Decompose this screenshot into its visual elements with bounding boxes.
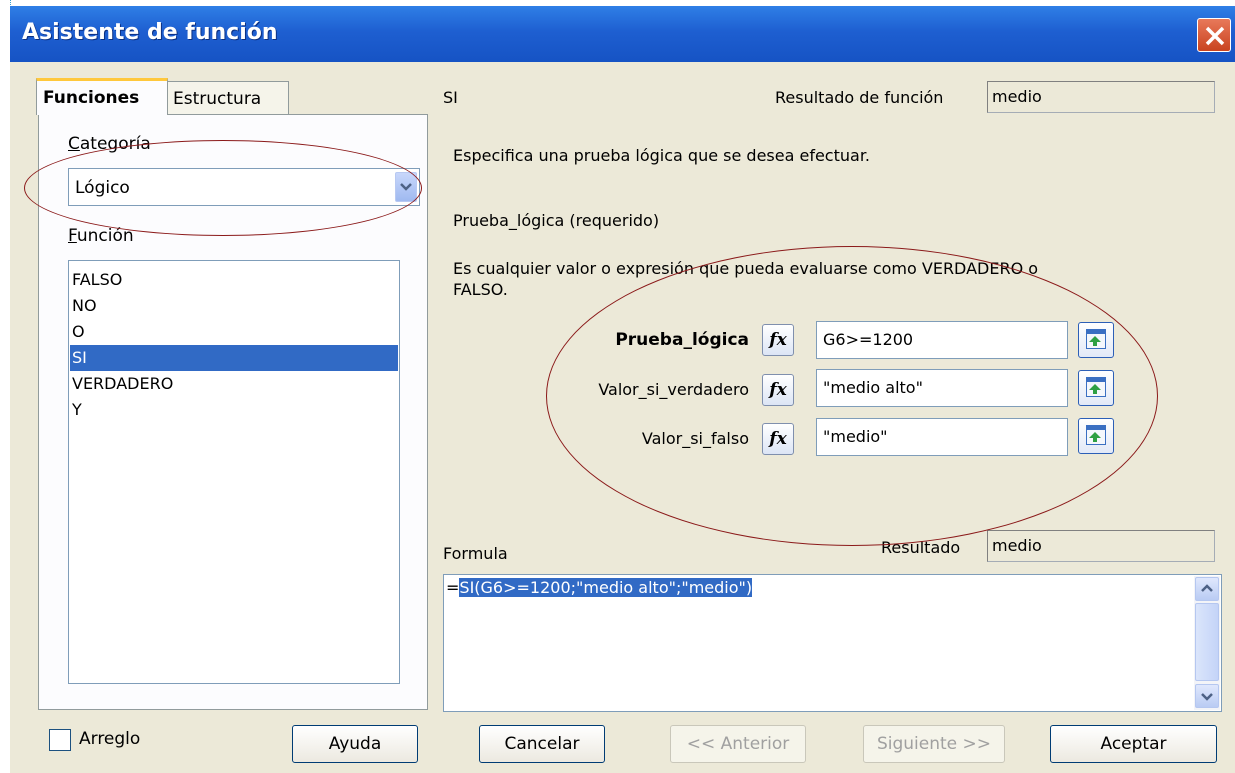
formula-text[interactable]: =SI(G6>=1200;"medio alto";"medio") (446, 578, 753, 597)
formula-result-label: Resultado (881, 538, 961, 557)
category-value: Lógico (75, 178, 130, 198)
dropdown-button[interactable] (395, 172, 417, 202)
function-wizard-dialog: Asistente de función Funciones Estructur… (10, 6, 1235, 773)
formula-prefix: = (446, 578, 460, 597)
shrink-button[interactable] (1078, 370, 1114, 406)
parameter-description: Es cualquier valor o expresión que pueda… (453, 259, 1039, 278)
tab-estructura[interactable]: Estructura (166, 81, 289, 115)
category-select[interactable]: Lógico (68, 168, 420, 206)
function-result-field: medio (987, 81, 1215, 113)
chevron-down-icon (400, 183, 412, 191)
shrink-button[interactable] (1078, 418, 1114, 454)
previous-button[interactable]: << Anterior (670, 725, 806, 763)
arg-label-valor-si-falso: Valor_si_falso (641, 429, 749, 448)
next-button[interactable]: Siguiente >> (863, 725, 1005, 763)
arrow-up-icon (1089, 432, 1101, 442)
list-item[interactable]: VERDADERO (70, 371, 398, 397)
parameter-description-cont: FALSO. (453, 280, 508, 299)
arg-input-valor-si-verdadero[interactable]: "medio alto" (816, 369, 1068, 407)
chevron-down-icon (1201, 693, 1213, 701)
arg-label-valor-si-verdadero: Valor_si_verdadero (598, 380, 749, 399)
list-item-selected[interactable]: SI (70, 345, 398, 371)
shrink-button[interactable] (1078, 322, 1114, 358)
window-title: Asistente de función (22, 20, 278, 45)
list-item[interactable]: Y (70, 397, 398, 423)
tab-funciones-label: Funciones (43, 88, 140, 108)
list-item[interactable]: O (70, 319, 398, 345)
help-button[interactable]: Ayuda (292, 725, 418, 763)
fx-icon: fx (769, 330, 787, 350)
close-button[interactable] (1197, 18, 1231, 52)
scroll-thumb[interactable] (1195, 603, 1219, 681)
fx-button[interactable]: fx (762, 324, 794, 356)
function-list[interactable]: FALSO NO O SI VERDADERO Y (68, 260, 400, 684)
scroll-down-button[interactable] (1195, 684, 1219, 708)
fx-button[interactable]: fx (762, 374, 794, 406)
array-checkbox-label: Arreglo (79, 729, 141, 749)
list-item[interactable]: FALSO (70, 267, 398, 293)
function-label: Función (68, 226, 134, 246)
fx-icon: fx (769, 380, 787, 400)
close-icon (1205, 26, 1225, 46)
title-bar[interactable]: Asistente de función (10, 6, 1235, 62)
ok-button[interactable]: Aceptar (1050, 725, 1217, 763)
vertical-scrollbar[interactable] (1194, 576, 1220, 710)
formula-result-field: medio (987, 530, 1215, 562)
function-name: SI (443, 88, 458, 107)
list-item[interactable]: NO (70, 293, 398, 319)
formula-editor[interactable]: =SI(G6>=1200;"medio alto";"medio") (443, 574, 1222, 712)
array-checkbox[interactable] (49, 729, 71, 751)
scroll-up-button[interactable] (1195, 577, 1219, 601)
fx-button[interactable]: fx (762, 423, 794, 455)
fx-icon: fx (769, 429, 787, 449)
tab-estructura-label: Estructura (173, 89, 262, 109)
formula-label: Formula (443, 544, 508, 563)
chevron-up-icon (1201, 584, 1213, 592)
cancel-button[interactable]: Cancelar (479, 725, 605, 763)
category-label: Categoría (68, 134, 151, 154)
arg-label-prueba-logica: Prueba_lógica (615, 330, 749, 350)
arrow-up-icon (1089, 384, 1101, 394)
arrow-up-icon (1089, 336, 1101, 346)
arg-input-prueba-logica[interactable]: G6>=1200 (816, 321, 1068, 359)
arg-input-valor-si-falso[interactable]: "medio" (816, 418, 1068, 456)
formula-selection: SI(G6>=1200;"medio alto";"medio") (459, 578, 753, 597)
function-result-label: Resultado de función (775, 88, 944, 107)
function-description: Especifica una prueba lógica que se dese… (453, 146, 871, 165)
parameter-title: Prueba_lógica (requerido) (453, 211, 660, 230)
tab-funciones[interactable]: Funciones (36, 78, 168, 115)
